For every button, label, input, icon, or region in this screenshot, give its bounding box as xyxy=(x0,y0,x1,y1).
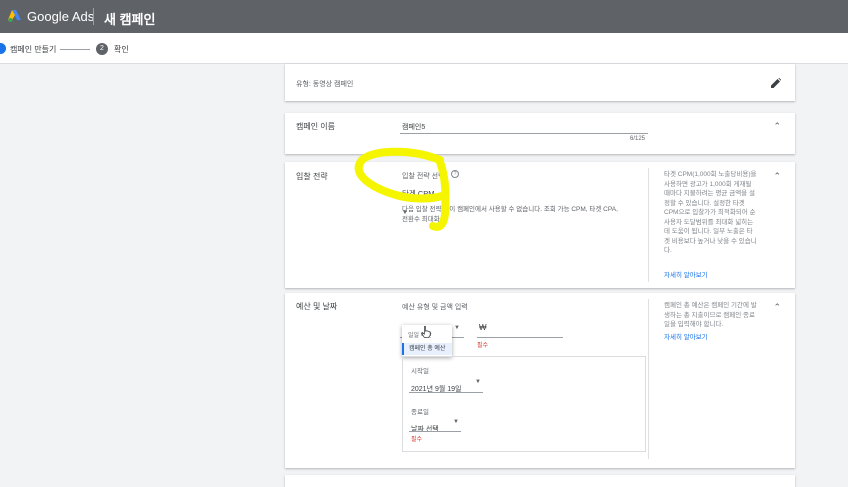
dropdown-arrow-icon: ▼ xyxy=(454,325,460,331)
start-date-picker[interactable]: 2021년 9월 19일 ▼ xyxy=(411,378,483,393)
edit-pencil-icon[interactable] xyxy=(771,78,781,88)
end-date-required: 필수 xyxy=(411,437,423,443)
bidding-helper-text: 타겟 CPM(1,000회 노출당비용)을 사용하면 광고가 1,000회 게재… xyxy=(664,171,757,254)
brand-name: Google Ads xyxy=(27,9,95,24)
step-1-label[interactable]: 캠페인 만들기 xyxy=(10,44,56,55)
bid-strategy-underline xyxy=(400,197,446,198)
budget-label: 예산 및 날짜 xyxy=(296,302,338,311)
header-divider xyxy=(93,8,94,25)
collapse-chevron-icon[interactable]: ⌃ xyxy=(773,302,781,313)
campaign-name-underline xyxy=(400,133,648,134)
budget-field-label: 예산 유형 및 금액 입력 xyxy=(402,304,468,311)
budget-learn-more-link[interactable]: 자세히 알아보기 xyxy=(664,331,708,341)
stepper: 캠페인 만들기 2 확인 xyxy=(0,33,848,64)
end-date-picker[interactable]: 날짜 선택 ▼ xyxy=(411,418,461,433)
hand-cursor-icon xyxy=(421,326,431,338)
budget-amount-underline xyxy=(477,337,563,338)
collapse-chevron-icon[interactable]: ⌃ xyxy=(773,121,781,132)
bidding-learn-more-link[interactable]: 자세히 알아보기 xyxy=(664,269,708,279)
campaign-name-label: 캠페인 이름 xyxy=(296,122,336,131)
campaign-name-card: 캠페인 이름 캠페인5 6/125 ⌃ xyxy=(285,113,795,154)
step-connector xyxy=(60,49,90,50)
bid-strategy-select[interactable]: 타겟 CPM ▼ xyxy=(402,183,444,216)
helper-divider xyxy=(648,168,649,282)
bid-strategy-note-line2: 전환수 최대화 xyxy=(402,216,440,223)
dates-box: 시작일 2021년 9월 19일 ▼ 종료일 날짜 선택 ▼ 필수 xyxy=(402,356,646,452)
step-1-indicator[interactable] xyxy=(0,43,6,54)
page-title: 새 캠페인 xyxy=(104,12,156,27)
end-date-underline xyxy=(409,431,461,432)
budget-card: 예산 및 날짜 예산 유형 및 금액 입력 ▼ ₩ 필수 일일 예산 캠페인 총… xyxy=(285,293,795,468)
helper-divider xyxy=(648,299,649,459)
budget-amount-input[interactable] xyxy=(489,323,563,336)
campaign-type-card[interactable]: 유형: 동영상 캠페인 xyxy=(285,64,795,101)
budget-type-option-total[interactable]: 캠페인 총 예산 xyxy=(402,343,452,355)
bidding-label: 입찰 전략 xyxy=(296,172,328,181)
start-date-underline xyxy=(409,392,483,393)
currency-symbol: ₩ xyxy=(479,323,487,332)
google-ads-logo-icon xyxy=(8,10,21,22)
next-section-card xyxy=(285,475,795,487)
app-header: Google Ads 새 캠페인 xyxy=(0,0,848,33)
bid-strategy-field-label: 입찰 전략 선택 xyxy=(402,173,445,180)
collapse-chevron-icon[interactable]: ⌃ xyxy=(773,171,781,182)
bid-strategy-note-line1: 다음 입찰 전략은 이 캠페인에서 사용할 수 없습니다. 조회 가능 CPM,… xyxy=(402,206,618,213)
start-date-label: 시작일 xyxy=(411,368,429,375)
dropdown-arrow-icon: ▼ xyxy=(453,419,459,425)
info-icon[interactable]: ? xyxy=(451,170,459,178)
budget-required-text: 필수 xyxy=(477,343,489,349)
step-2-label[interactable]: 확인 xyxy=(114,44,129,55)
bidding-card: 입찰 전략 입찰 전략 선택 ? 타겟 CPM ▼ 다음 입찰 전략은 이 캠페… xyxy=(285,162,795,288)
campaign-name-input[interactable]: 캠페인5 xyxy=(402,122,425,132)
budget-helper-text: 캠페인 총 예산은 캠페인 기간에 발 생하는 총 지출이므로 캠페인 종료 일… xyxy=(664,302,757,328)
campaign-type-text: 유형: 동영상 캠페인 xyxy=(296,81,354,88)
step-2-indicator[interactable]: 2 xyxy=(96,43,108,55)
campaign-name-counter: 6/125 xyxy=(630,136,646,142)
end-date-label: 종료일 xyxy=(411,409,429,416)
dropdown-arrow-icon: ▼ xyxy=(475,379,481,385)
